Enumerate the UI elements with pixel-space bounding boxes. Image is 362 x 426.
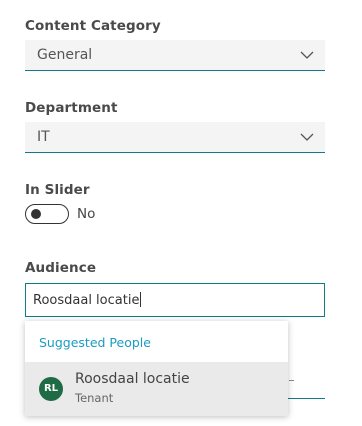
- avatar: RL: [39, 377, 63, 401]
- hidden-field-underline: [288, 398, 325, 399]
- audience-input[interactable]: Roosdaal locatie: [25, 283, 325, 317]
- content-category-select[interactable]: General: [25, 40, 325, 71]
- in-slider-label: In Slider: [25, 182, 90, 198]
- suggestion-item[interactable]: RL Roosdaal locatie Tenant: [25, 363, 288, 416]
- people-suggestions-dropdown: Suggested People RL Roosdaal locatie Ten…: [25, 321, 288, 416]
- toggle-knob: [31, 209, 41, 219]
- hidden-field-mark: [289, 380, 294, 381]
- audience-input-text: Roosdaal locatie: [33, 292, 142, 308]
- suggestion-name: Roosdaal locatie: [75, 371, 190, 387]
- chevron-down-icon: [300, 51, 314, 59]
- chevron-down-icon: [300, 133, 314, 141]
- department-value: IT: [37, 129, 50, 145]
- text-caret: [140, 292, 142, 307]
- department-select[interactable]: IT: [25, 122, 325, 153]
- audience-label: Audience: [25, 260, 97, 276]
- content-category-label: Content Category: [25, 18, 161, 34]
- suggestion-subtitle: Tenant: [75, 391, 114, 405]
- in-slider-toggle[interactable]: [25, 204, 69, 224]
- content-category-value: General: [37, 47, 93, 63]
- department-label: Department: [25, 100, 118, 116]
- suggestions-header-text: Suggested People: [39, 335, 151, 350]
- suggestions-header: Suggested People: [25, 321, 288, 363]
- in-slider-state-text: No: [77, 206, 96, 222]
